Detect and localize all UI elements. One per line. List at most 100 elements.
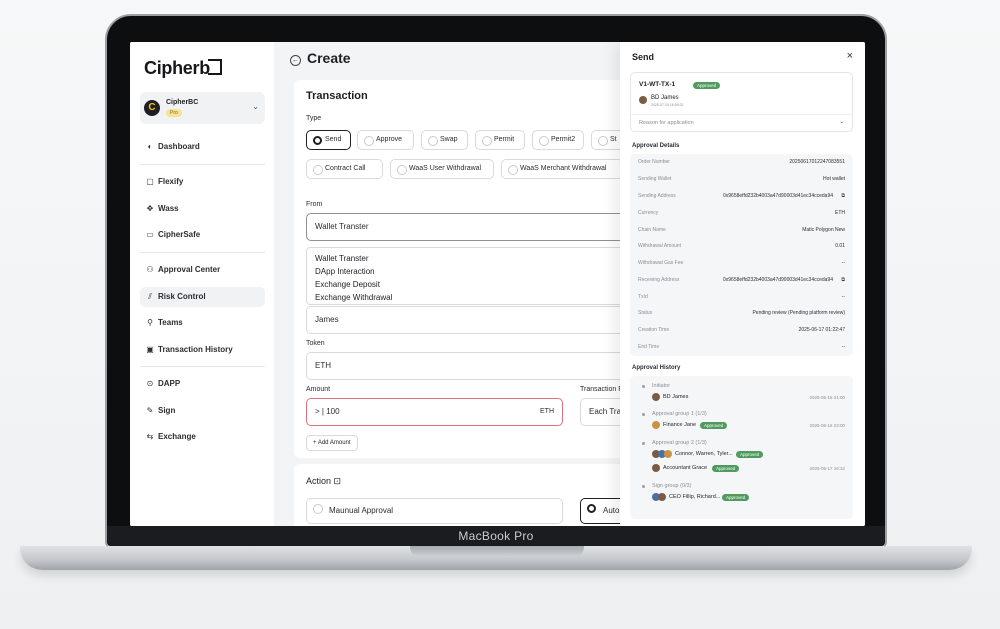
detail-row: Chain Name Matic Polygon New	[638, 227, 845, 233]
org-switcher[interactable]: C CipherBC Pro ⌄	[140, 92, 265, 124]
wallet-select[interactable]: James	[306, 306, 632, 334]
avatar	[652, 393, 660, 401]
sidebar-divider	[140, 164, 265, 165]
summary-divider	[631, 114, 852, 115]
add-amount-button[interactable]: + Add Amount	[306, 435, 358, 451]
sidebar-divider	[140, 252, 265, 253]
sidebar-item-transaction-history[interactable]: ▣ Transaction History	[140, 340, 265, 360]
sidebar-item-label: Transaction History	[158, 345, 233, 354]
group1-user: Finance Jane	[663, 422, 697, 428]
approval-history-title: Approval History	[632, 365, 681, 371]
from-option[interactable]: Exchange Withdrawal	[315, 291, 623, 304]
initiator-name: BD James	[651, 95, 679, 101]
token-select[interactable]: ETH	[306, 352, 632, 380]
copy-icon[interactable]: ⧉	[841, 193, 845, 199]
org-name: CipherBC	[166, 99, 199, 106]
avatar	[639, 96, 647, 104]
from-option[interactable]: DApp Interaction	[315, 265, 623, 278]
amount-value: 100	[326, 407, 340, 416]
risk-icon: ⫽	[148, 292, 152, 301]
amount-input[interactable]: > | 100 ETH	[306, 398, 563, 426]
manual-approval-option[interactable]: Maunual Approval	[306, 498, 563, 524]
from-label: From	[306, 201, 323, 208]
type-option-permit[interactable]: Permit	[475, 130, 525, 150]
sidebar-item-exchange[interactable]: ⇆ Exchange	[140, 427, 265, 447]
back-arrow-icon[interactable]: ←	[290, 55, 301, 66]
approval-icon: ⚇	[146, 265, 154, 274]
action-card: Action ⊡ Maunual Approval Auto	[294, 464, 636, 526]
sidebar-item-label: Teams	[158, 318, 183, 327]
sidebar-item-dapp[interactable]: ⊙ DAPP	[140, 374, 265, 394]
dapp-icon: ⊙	[146, 379, 154, 388]
from-option[interactable]: Wallet Transter	[315, 252, 623, 265]
detail-row: Currency ETH	[638, 210, 845, 216]
from-select[interactable]: Wallet Transter	[306, 213, 632, 241]
flexify-icon: ▢	[146, 177, 154, 186]
initiator-time: 2025-06-15 21:00	[809, 395, 845, 400]
type-option-contract-call[interactable]: Contract Call	[306, 159, 383, 179]
type-option-waas-user-withdrawal[interactable]: WaaS User Withdrawal	[390, 159, 494, 179]
type-option-send[interactable]: Send	[306, 130, 351, 150]
sidebar-divider	[140, 366, 265, 367]
transaction-heading: Transaction	[306, 90, 368, 102]
sidebar-item-flexify[interactable]: ▢ Flexify	[140, 172, 265, 192]
action-heading: Action ⊡	[306, 476, 342, 486]
sidebar-item-label: Flexify	[158, 177, 184, 186]
copy-icon[interactable]: ⧉	[841, 277, 845, 283]
status-badge: Approved	[736, 451, 764, 458]
initiator-date: 2025-07-10 16:59:32	[651, 103, 684, 107]
sidebar-item-sign[interactable]: ✎ Sign	[140, 401, 265, 421]
avatar	[658, 493, 666, 501]
amount-prefix: >	[315, 407, 320, 416]
amount-label: Amount	[306, 386, 331, 393]
type-option-permit2[interactable]: Permit2	[532, 130, 584, 150]
close-icon[interactable]: ×	[847, 50, 853, 62]
detail-row: End Time --	[638, 344, 845, 350]
sidebar-item-teams[interactable]: ⚲ Teams	[140, 313, 265, 333]
sign-icon: ✎	[146, 406, 154, 415]
chevron-down-icon[interactable]: ⌄	[839, 119, 844, 125]
send-detail-drawer: Send × V1-WT-TX-1 Approved BD James 2025…	[620, 42, 865, 526]
sidebar-item-risk-control[interactable]: ⫽ Risk Control	[140, 287, 265, 307]
sign-group-label: Sign group (0/3)	[652, 483, 692, 489]
transaction-field-label: Transaction F	[580, 386, 623, 393]
status-badge: Approved	[700, 422, 728, 429]
sidebar-item-label: CipherSafe	[158, 230, 201, 239]
group2-user2: Accountant Grace	[663, 465, 708, 471]
type-option-swap[interactable]: Swap	[421, 130, 468, 150]
status-badge: Approved	[722, 494, 750, 501]
sidebar-item-label: Wass	[158, 204, 179, 213]
group2-time: 2025-06-17 16:32	[809, 466, 845, 471]
dashboard-icon: ◐	[147, 142, 153, 151]
sidebar-item-label: Exchange	[158, 432, 196, 441]
type-option-approve[interactable]: Approve	[357, 130, 414, 150]
sidebar-item-wass[interactable]: ✥ Wass	[140, 199, 265, 219]
detail-row: Sending Address 0x9658effd232b4003a47d900…	[638, 193, 845, 199]
type-option-waas-merchant-withdrawal[interactable]: WaaS Merchant Withdrawal	[501, 159, 623, 179]
from-option[interactable]: Exchange Deposit	[315, 278, 623, 291]
detail-row: Withdrawal Amount 0.01	[638, 243, 845, 249]
token-label: Token	[306, 340, 325, 347]
sidebar-item-approval-center[interactable]: ⚇ Approval Center	[140, 260, 265, 280]
sign-group-users: CEO Fillip, Richard...	[669, 494, 721, 500]
timeline-dot	[642, 485, 645, 488]
exchange-icon: ⇆	[146, 432, 154, 441]
marketing-stage: MacBook Pro Cipherb C CipherBC Pro ⌄ ◐ Da…	[0, 0, 1000, 629]
sidebar-item-label: Dashboard	[158, 142, 200, 151]
group1-label: Approval group 1 (1/3)	[652, 411, 707, 417]
sidebar: Cipherb C CipherBC Pro ⌄ ◐ Dashboard ▢ Fle…	[130, 42, 274, 526]
laptop-notch	[410, 546, 584, 557]
group1-time: 2025-06-16 23:00	[809, 423, 845, 428]
page-title: ← Create	[290, 50, 351, 66]
sidebar-item-ciphersafe[interactable]: ▭ CipherSafe	[140, 225, 265, 245]
sidebar-item-dashboard[interactable]: ◐ Dashboard	[140, 137, 265, 157]
from-dropdown-menu: Wallet Transter DApp Interaction Exchang…	[306, 247, 632, 305]
avatar	[664, 450, 672, 458]
type-label: Type	[306, 115, 322, 122]
sidebar-item-label: DAPP	[158, 379, 181, 388]
amount-unit: ETH	[540, 408, 554, 415]
approval-history: Initiator BD James 2025-06-15 21:00 Appr…	[630, 376, 853, 519]
group2-label: Approval group 2 (1/3)	[652, 440, 707, 446]
app-logo[interactable]: Cipherb	[144, 58, 222, 79]
reason-toggle[interactable]: Reason for application	[639, 120, 694, 126]
